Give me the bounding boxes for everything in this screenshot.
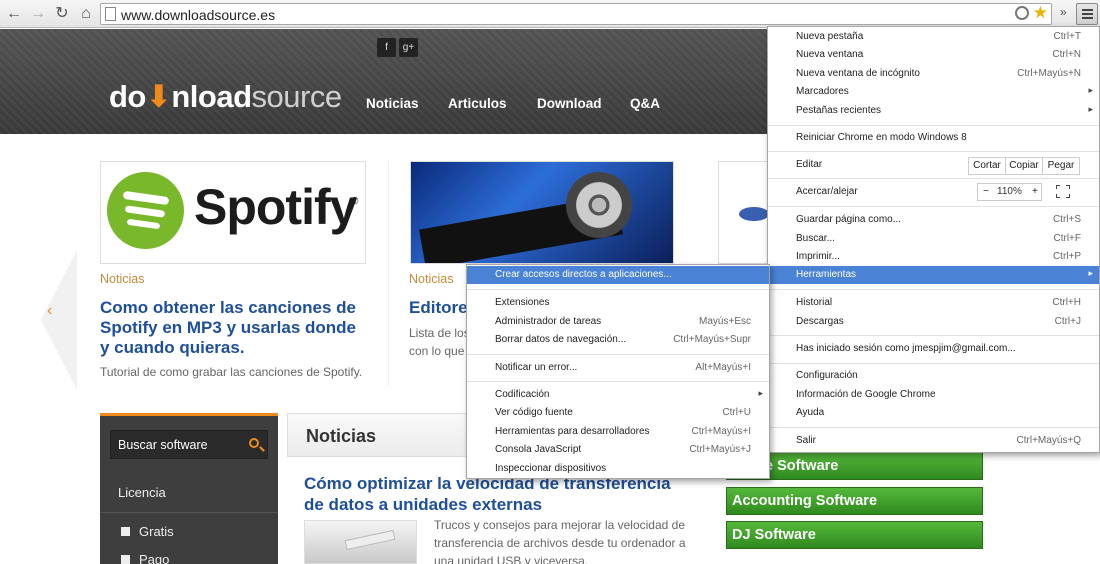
pago-label[interactable]: Pago: [139, 552, 169, 564]
menu-new-incognito-window[interactable]: Nueva ventana de incógnito Ctrl+Mayús+N: [768, 65, 1099, 83]
zoom-controls: − 110% +: [977, 183, 1042, 201]
back-arrow-icon[interactable]: ←: [4, 4, 24, 24]
menu-find[interactable]: Buscar... Ctrl+F: [768, 230, 1099, 248]
submenu-inspect-devices[interactable]: Inspeccionar dispositivos: [467, 460, 769, 478]
film-card-image[interactable]: [410, 161, 674, 264]
url-text[interactable]: www.downloadsource.es: [121, 7, 275, 23]
card-category[interactable]: Noticias: [409, 272, 453, 286]
nav-articulos[interactable]: Articulos: [448, 96, 507, 111]
copy-button[interactable]: Copiar: [1005, 157, 1043, 175]
film-reel-icon: [566, 172, 632, 238]
article-title[interactable]: Cómo optimizar la velocidad de transfere…: [304, 473, 684, 515]
menu-history[interactable]: Historial Ctrl+H: [768, 294, 1099, 312]
menu-downloads[interactable]: Descargas Ctrl+J: [768, 313, 1099, 331]
software-search-box[interactable]: Buscar software: [110, 430, 268, 459]
forward-arrow-icon[interactable]: →: [28, 4, 48, 24]
submenu-task-manager[interactable]: Administrador de tareas Mayús+Esc: [467, 313, 769, 331]
tools-submenu: Crear accesos directos a aplicaciones...…: [466, 264, 770, 479]
submenu-extensions[interactable]: Extensiones: [467, 294, 769, 312]
spotify-logo-text: Spotify: [194, 179, 357, 235]
extensions-chevron-icon[interactable]: »: [1060, 5, 1067, 19]
nav-download[interactable]: Download: [537, 96, 602, 111]
browser-toolbar: ← → ↻ ⌂ www.downloadsource.es ★ »: [0, 0, 1100, 28]
submenu-clear-browsing-data[interactable]: Borrar datos de navegación... Ctrl+Mayús+…: [467, 331, 769, 349]
submenu-encoding[interactable]: Codificación ▸: [467, 386, 769, 404]
bookmark-star-icon[interactable]: ★: [1033, 3, 1048, 23]
facebook-icon[interactable]: f: [377, 38, 396, 57]
menu-restart-windows8[interactable]: Reiniciar Chrome en modo Windows 8: [768, 129, 1099, 147]
card-title[interactable]: Como obtener las canciones de Spotify en…: [100, 298, 370, 358]
nav-qa[interactable]: Q&A: [630, 96, 660, 111]
slider-prev-icon[interactable]: ‹: [47, 302, 52, 320]
card-description: Tutorial de como grabar las canciones de…: [100, 365, 363, 379]
cut-button[interactable]: Cortar: [968, 157, 1006, 175]
slider-prev-button[interactable]: [41, 250, 77, 390]
menu-exit[interactable]: Salir Ctrl+Mayús+Q: [768, 432, 1099, 450]
menu-bookmarks[interactable]: Marcadores ▸: [768, 83, 1099, 101]
menu-zoom-row: Acercar/alejar: [796, 186, 858, 197]
gratis-label[interactable]: Gratis: [139, 524, 174, 539]
logo-download-arrow-icon: ⬇: [145, 79, 172, 114]
submenu-view-source[interactable]: Ver código fuente Ctrl+U: [467, 404, 769, 422]
menu-new-tab[interactable]: Nueva pestaña Ctrl+T: [768, 28, 1099, 46]
zoom-in-button[interactable]: +: [1032, 186, 1038, 197]
zoom-out-button[interactable]: −: [983, 186, 989, 197]
zoom-level: 110%: [997, 186, 1022, 197]
submenu-developer-tools[interactable]: Herramientas para desarrolladores Ctrl+Ma…: [467, 423, 769, 441]
zoom-icon[interactable]: [1015, 6, 1029, 20]
sidebar-filters: Buscar software Licencia Gratis Pago: [100, 413, 278, 564]
category-accounting-software[interactable]: Accounting Software: [726, 487, 983, 515]
menu-settings[interactable]: Configuración: [768, 367, 1099, 385]
menu-print[interactable]: Imprimir... Ctrl+P: [768, 248, 1099, 266]
submenu-arrow-icon: ▸: [1088, 85, 1093, 95]
submenu-arrow-icon: ▸: [758, 388, 763, 398]
menu-signed-in-as[interactable]: Has iniciado sesión como jmespjim@gmail.…: [768, 340, 1099, 358]
pago-checkbox[interactable]: [121, 555, 130, 564]
spotify-card-image[interactable]: Spotify ®: [100, 161, 366, 264]
submenu-javascript-console[interactable]: Consola JavaScript Ctrl+Mayús+J: [467, 441, 769, 459]
site-logo[interactable]: do⬇nloadsource: [109, 79, 342, 115]
paste-button[interactable]: Pegar: [1042, 157, 1080, 175]
spotify-logo-icon: [107, 172, 184, 249]
fullscreen-icon[interactable]: [1056, 185, 1070, 198]
page-icon: [105, 7, 116, 21]
category-dj-software[interactable]: DJ Software: [726, 521, 983, 549]
article-thumbnail[interactable]: [304, 520, 417, 564]
menu-save-page[interactable]: Guardar página como... Ctrl+S: [768, 211, 1099, 229]
article-description: Trucos y consejos para mejorar la veloci…: [434, 518, 686, 564]
chrome-menu-button[interactable]: [1076, 3, 1098, 25]
chrome-main-menu: Nueva pestaña Ctrl+T Nueva ventana Ctrl+N …: [767, 26, 1100, 453]
submenu-arrow-icon: ▸: [1088, 268, 1093, 278]
submenu-arrow-icon: ▸: [1088, 104, 1093, 114]
menu-help[interactable]: Ayuda: [768, 404, 1099, 422]
menu-about-chrome[interactable]: Información de Google Chrome: [768, 386, 1099, 404]
card-category[interactable]: Noticias: [100, 272, 144, 286]
gratis-checkbox[interactable]: [121, 527, 130, 536]
submenu-create-app-shortcuts[interactable]: Crear accesos directos a aplicaciones...: [467, 266, 769, 284]
menu-recent-tabs[interactable]: Pestañas recientes ▸: [768, 102, 1099, 120]
google-plus-icon[interactable]: g+: [399, 38, 418, 57]
menu-tools[interactable]: Herramientas ▸: [768, 266, 1099, 284]
address-bar[interactable]: www.downloadsource.es ★: [100, 3, 1052, 25]
licencia-heading: Licencia: [118, 485, 166, 500]
submenu-report-issue[interactable]: Notificar un error... Alt+Mayús+I: [467, 359, 769, 377]
reload-icon[interactable]: ↻: [52, 4, 72, 24]
nav-noticias[interactable]: Noticias: [366, 96, 419, 111]
home-icon[interactable]: ⌂: [76, 4, 96, 24]
search-icon[interactable]: [249, 438, 259, 448]
menu-new-window[interactable]: Nueva ventana Ctrl+N: [768, 46, 1099, 64]
